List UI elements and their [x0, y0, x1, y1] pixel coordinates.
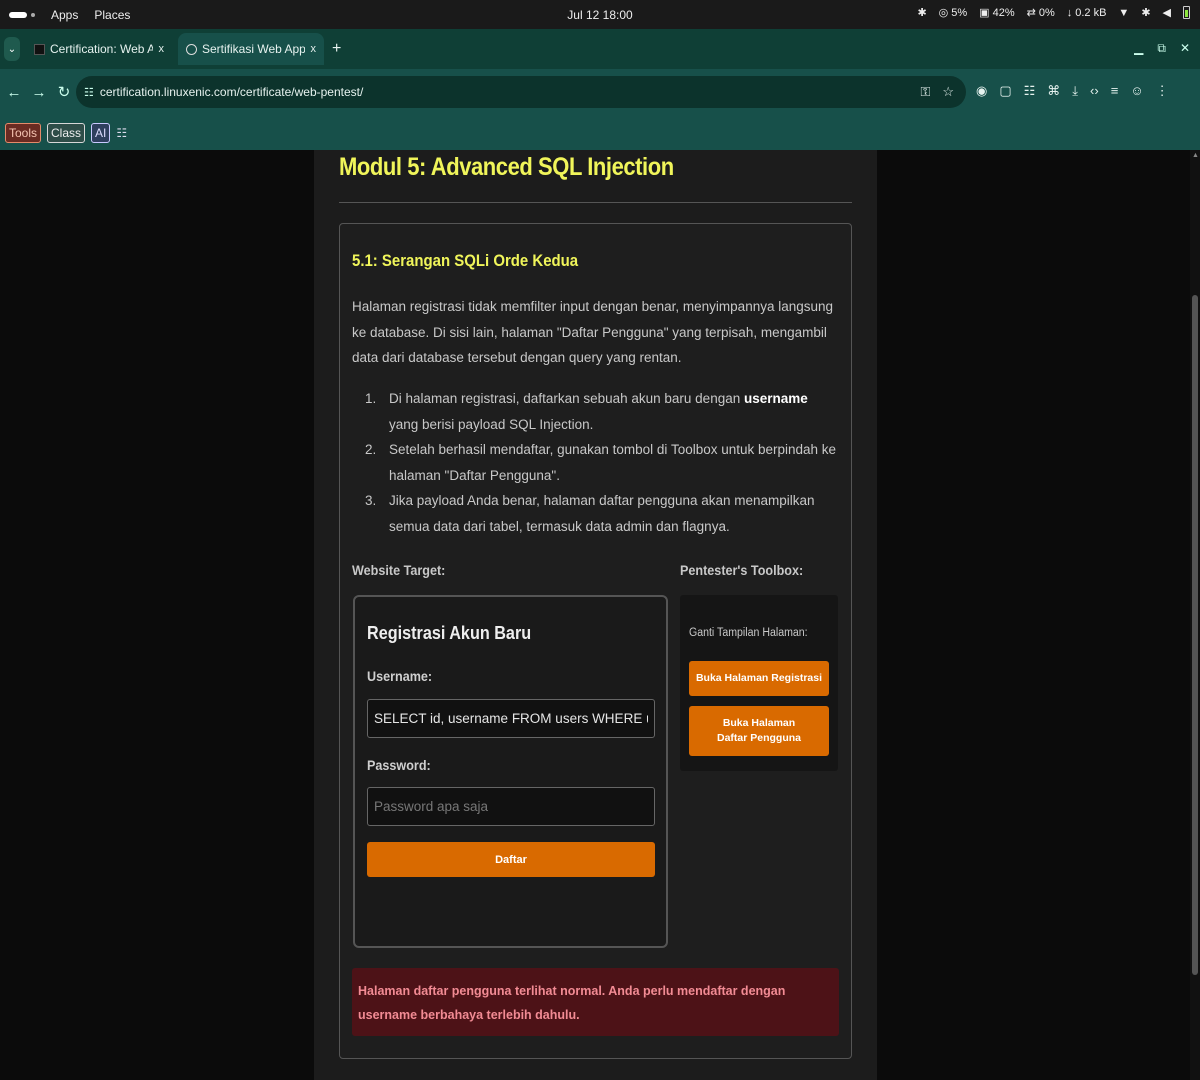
swap-value: 0% — [1038, 6, 1055, 19]
volume-icon[interactable]: ◀ — [1163, 6, 1171, 19]
toolbox-label: Pentester's Toolbox: — [680, 562, 804, 578]
pentester-toolbox: Ganti Tampilan Halaman: Buka Halaman Reg… — [680, 595, 838, 771]
intro-text: Halaman registrasi tidak memfilter input… — [352, 299, 834, 365]
tab-certification[interactable]: Certification: Web Applic x — [26, 33, 172, 65]
browser-tab-bar: ⌄ Certification: Web Applic x Sertifikas… — [0, 29, 1200, 69]
toolbox-view-label: Ganti Tampilan Halaman: — [689, 627, 808, 639]
bookmark-ai[interactable]: AI — [91, 122, 111, 143]
cpu-value: 5% — [951, 6, 968, 19]
network-indicator[interactable]: ↓ 0.2 kB — [1067, 7, 1107, 19]
back-arrow-icon[interactable]: ← — [3, 84, 25, 101]
tab-search-chevron-icon[interactable]: ⌄ — [4, 37, 20, 61]
tab-title: Certification: Web Applic — [50, 42, 153, 56]
bookmarks-bar: Tools Class AI ☷ — [0, 115, 1200, 150]
scroll-up-arrow-icon[interactable]: ▲ — [1192, 152, 1199, 159]
website-target-label: Website Target: — [352, 562, 446, 578]
browser-toolbar: ← → ↻ ☷ certification.linuxenic.com/cert… — [0, 69, 1200, 115]
places-menu[interactable]: Places — [94, 8, 130, 22]
steps-list: 1. Di halaman registrasi, daftarkan sebu… — [365, 386, 837, 539]
list-item: 1. Di halaman registrasi, daftarkan sebu… — [365, 386, 837, 437]
cpu-icon: ◎ — [938, 7, 949, 19]
bookmark-tools[interactable]: Tools — [5, 122, 42, 143]
system-tray: ✱ ◎ 5% ▣ 42% ⇄ 0% ↓ 0.2 kB ▼ ✱ ◀ — [917, 6, 1190, 19]
memory-icon: ▣ — [979, 7, 990, 19]
status-alert: Halaman daftar pengguna terlihat normal.… — [352, 968, 839, 1036]
step-number: 1. — [365, 391, 377, 406]
battery-icon[interactable] — [1183, 6, 1190, 19]
section-title: 5.1: Serangan SQLi Orde Kedua — [352, 251, 579, 270]
restore-icon[interactable]: ⧉ — [1157, 41, 1166, 56]
step-number: 3. — [365, 493, 377, 508]
memory-value: 42% — [992, 6, 1015, 19]
swap-indicator[interactable]: ⇄ 0% — [1026, 6, 1055, 20]
tab-close-icon[interactable]: x — [311, 43, 317, 55]
register-form-title: Registrasi Akun Baru — [367, 623, 532, 643]
reading-list-icon[interactable]: ≡ — [1111, 83, 1119, 99]
window-controls: ▁ ⧉ ✕ — [1134, 41, 1190, 56]
download-arrow-icon: ↓ — [1066, 6, 1073, 19]
page-scrollbar[interactable]: ▲ — [1190, 150, 1200, 1080]
challenge-card: 5.1: Serangan SQLi Orde Kedua Halaman re… — [339, 223, 852, 1059]
activities-icon[interactable] — [9, 11, 27, 18]
page-viewport: Modul 5: Advanced SQL Injection 5.1: Ser… — [0, 150, 1190, 1080]
username-input[interactable] — [367, 699, 655, 738]
memory-indicator[interactable]: ▣ 42% — [979, 6, 1015, 20]
reload-icon[interactable]: ↻ — [53, 83, 75, 101]
open-register-page-button[interactable]: Buka Halaman Registrasi — [689, 661, 829, 696]
username-label: Username: — [367, 668, 433, 684]
swap-icon: ⇄ — [1026, 7, 1036, 19]
scrollbar-thumb[interactable] — [1192, 295, 1198, 975]
password-label: Password: — [367, 757, 431, 773]
list-item: 2. Setelah berhasil mendaftar, gunakan t… — [365, 437, 837, 488]
extension-eyes-icon[interactable]: ◉ — [976, 83, 987, 99]
step-number: 2. — [365, 442, 377, 457]
globe-favicon-icon — [186, 43, 197, 55]
tab-close-icon[interactable]: x — [159, 43, 165, 55]
list-item: 3. Jika payload Anda benar, halaman daft… — [365, 488, 837, 539]
apps-grid-icon[interactable]: ☷ — [116, 126, 127, 140]
address-bar[interactable]: ☷ certification.linuxenic.com/certificat… — [76, 76, 966, 108]
workspace-dot-icon — [31, 12, 35, 17]
tab-sertifikasi[interactable]: Sertifikasi Web Applicati x — [178, 33, 324, 65]
password-input[interactable] — [367, 787, 655, 826]
devtools-code-icon[interactable]: ‹› — [1090, 83, 1099, 99]
bluetooth-status-icon[interactable]: ✱ — [1141, 6, 1150, 19]
title-divider — [339, 202, 852, 203]
tab-title: Sertifikasi Web Applicati — [202, 42, 305, 56]
module-title: Modul 5: Advanced SQL Injection — [339, 153, 674, 181]
download-icon[interactable]: ⤓ — [1072, 83, 1078, 99]
clock[interactable]: Jul 12 18:00 — [560, 8, 640, 22]
url-text[interactable]: certification.linuxenic.com/certificate/… — [100, 85, 363, 99]
step-text: Di halaman registrasi, daftarkan sebuah … — [389, 391, 744, 406]
bookmark-class[interactable]: Class — [47, 122, 86, 143]
step-text: Jika payload Anda benar, halaman daftar … — [389, 493, 815, 534]
site-favicon-icon — [34, 43, 45, 55]
bookmark-star-icon[interactable]: ☆ — [942, 84, 954, 100]
content-column: Modul 5: Advanced SQL Injection 5.1: Ser… — [314, 150, 877, 1080]
register-submit-button[interactable]: Daftar — [367, 842, 655, 877]
extension-puzzle-icon[interactable]: ▢ — [999, 83, 1011, 99]
minimize-icon[interactable]: ▁ — [1134, 41, 1143, 56]
open-user-list-page-button[interactable]: Buka Halaman Daftar Pengguna — [689, 706, 829, 756]
extension-icons: ◉ ▢ ☷ ⌘ ⤓ ‹› ≡ ☺ ⋮ — [976, 83, 1169, 99]
website-target-frame: Registrasi Akun Baru Username: Password:… — [353, 595, 668, 948]
network-value: 0.2 kB — [1075, 6, 1107, 19]
cpu-indicator[interactable]: ◎ 5% — [938, 6, 968, 20]
step-text: Setelah berhasil mendaftar, gunakan tomb… — [389, 442, 837, 483]
new-tab-button[interactable]: + — [332, 40, 341, 58]
step-text-post: yang berisi payload SQL Injection. — [389, 416, 594, 432]
apps-menu[interactable]: Apps — [51, 8, 78, 22]
wifi-icon[interactable]: ▼ — [1118, 7, 1129, 19]
bluetooth-icon[interactable]: ✱ — [917, 6, 926, 19]
forward-arrow-icon[interactable]: → — [28, 84, 50, 101]
extension-bug-icon[interactable]: ⌘ — [1047, 83, 1060, 99]
kebab-menu-icon[interactable]: ⋮ — [1156, 83, 1169, 99]
step-bold: username — [743, 391, 808, 406]
site-settings-icon[interactable]: ☷ — [84, 86, 94, 99]
profile-avatar-icon[interactable]: ☺ — [1130, 83, 1143, 99]
close-window-icon[interactable]: ✕ — [1180, 41, 1190, 56]
translate-icon[interactable]: ☷ — [1024, 83, 1036, 99]
os-top-bar: Apps Places Jul 12 18:00 ✱ ◎ 5% ▣ 42% ⇄ 0% … — [0, 0, 1200, 29]
password-key-icon[interactable]: ⚿ — [920, 84, 930, 100]
